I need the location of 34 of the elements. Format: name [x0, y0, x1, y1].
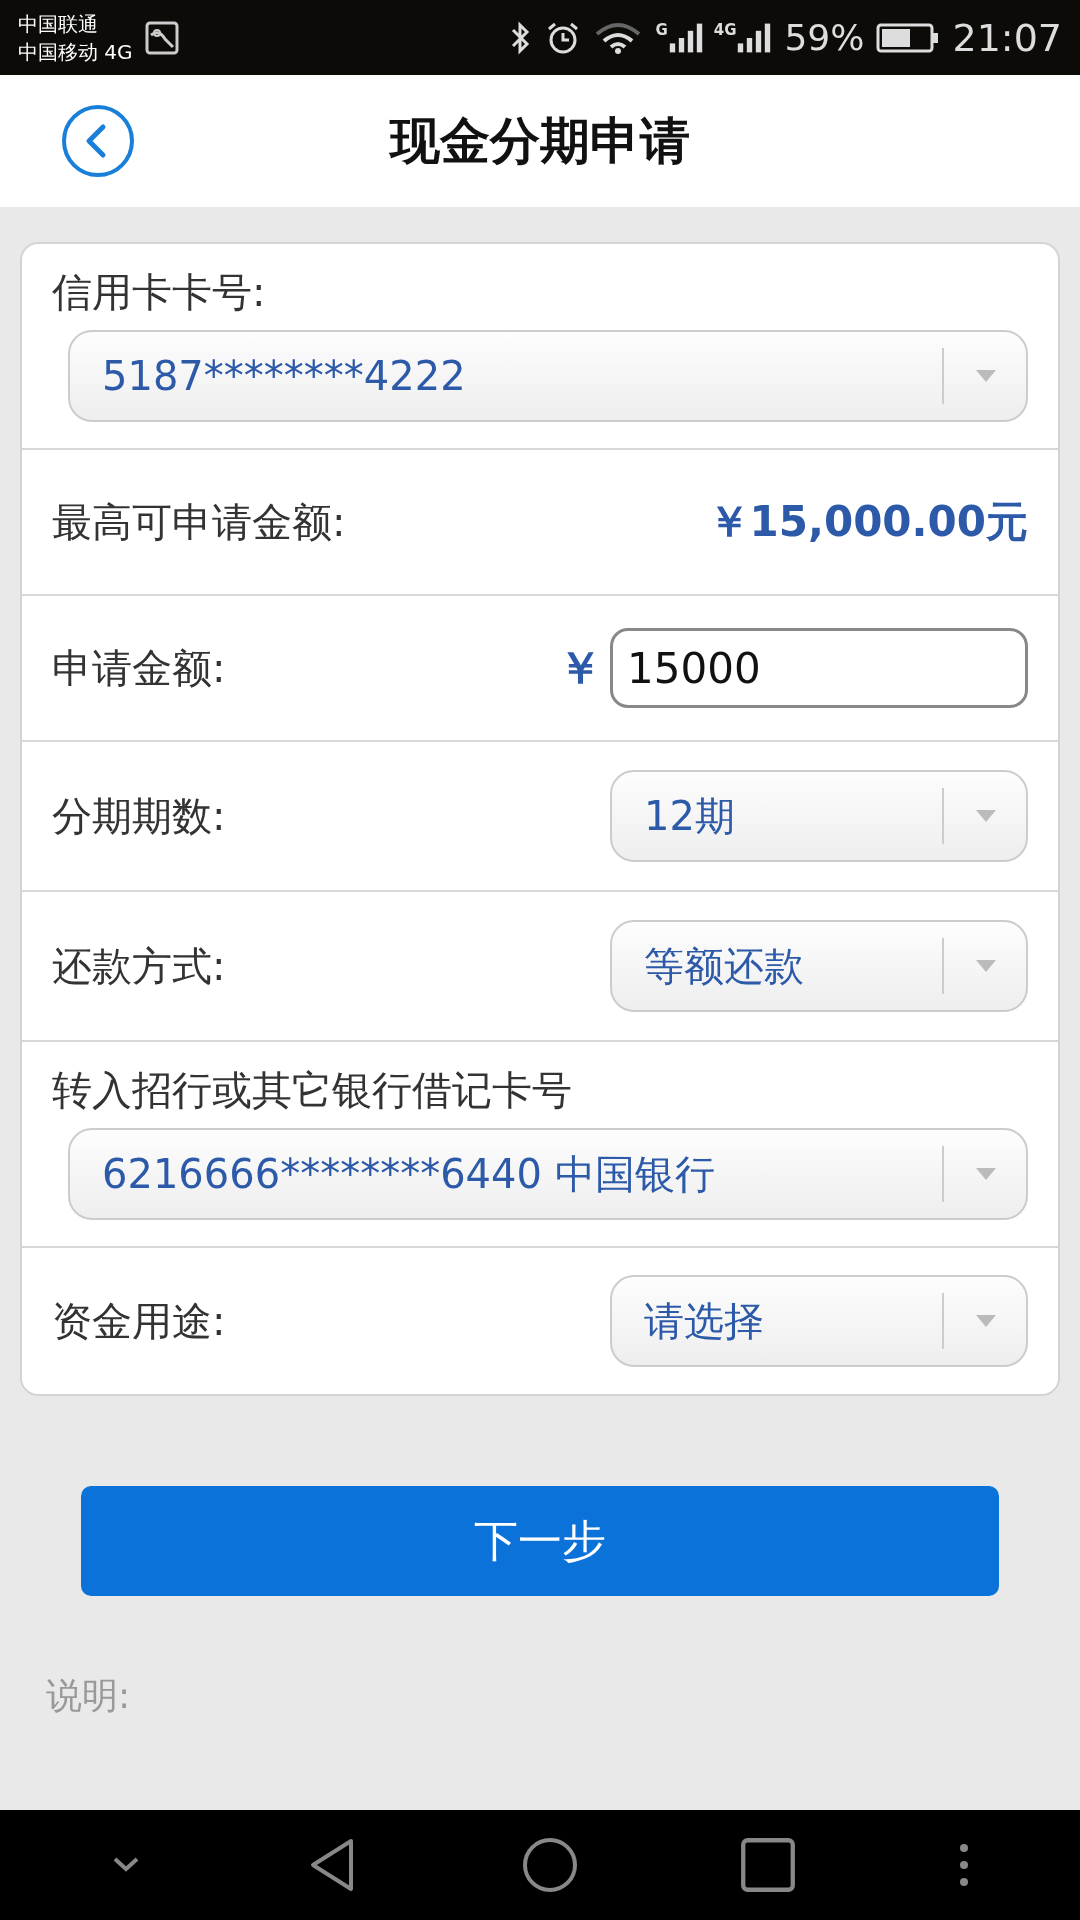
carrier-name: 中国联通: [18, 10, 99, 38]
battery-percent: 59%: [784, 17, 865, 58]
dropdown[interactable]: 请选择: [610, 1275, 1028, 1367]
back-button[interactable]: [60, 103, 136, 179]
home-icon[interactable]: [521, 1837, 578, 1893]
battery-icon: [876, 21, 941, 54]
dropdown[interactable]: 6216666********6440 中国银行: [68, 1128, 1028, 1220]
field-label: 信用卡卡号:: [52, 268, 267, 317]
carrier-name: 中国移动 4G: [18, 38, 133, 66]
dropdown[interactable]: 等额还款: [610, 920, 1028, 1012]
field-label: 还款方式:: [52, 942, 226, 991]
currency-symbol: ￥: [558, 640, 602, 695]
dropdown[interactable]: 5187********4222: [68, 330, 1028, 422]
more-icon[interactable]: [958, 1843, 969, 1887]
note-heading: 说明:: [46, 1674, 132, 1718]
caret-icon: [976, 370, 996, 382]
field-label: 转入招行或其它银行借记卡号: [52, 1066, 573, 1115]
amount-value: ￥15,000.00元: [707, 496, 1028, 548]
page-title: 现金分期申请: [390, 110, 690, 172]
caret-icon: [976, 960, 996, 972]
field-label: 申请金额:: [52, 644, 226, 693]
field-label: 分期期数:: [52, 792, 226, 841]
clock: 21:07: [952, 15, 1062, 60]
field-label: 最高可申请金额:: [52, 498, 346, 547]
dropdown[interactable]: 12期: [610, 770, 1028, 862]
caret-icon: [976, 810, 996, 822]
caret-icon: [976, 1168, 996, 1180]
network-type: 4G: [713, 20, 737, 39]
recents-icon[interactable]: [740, 1837, 797, 1893]
amount-input[interactable]: 15000: [610, 628, 1028, 708]
field-label: 资金用途:: [52, 1297, 226, 1346]
caret-icon: [976, 1315, 996, 1327]
network-type: G: [655, 20, 668, 39]
next-button[interactable]: 下一步: [81, 1486, 999, 1596]
